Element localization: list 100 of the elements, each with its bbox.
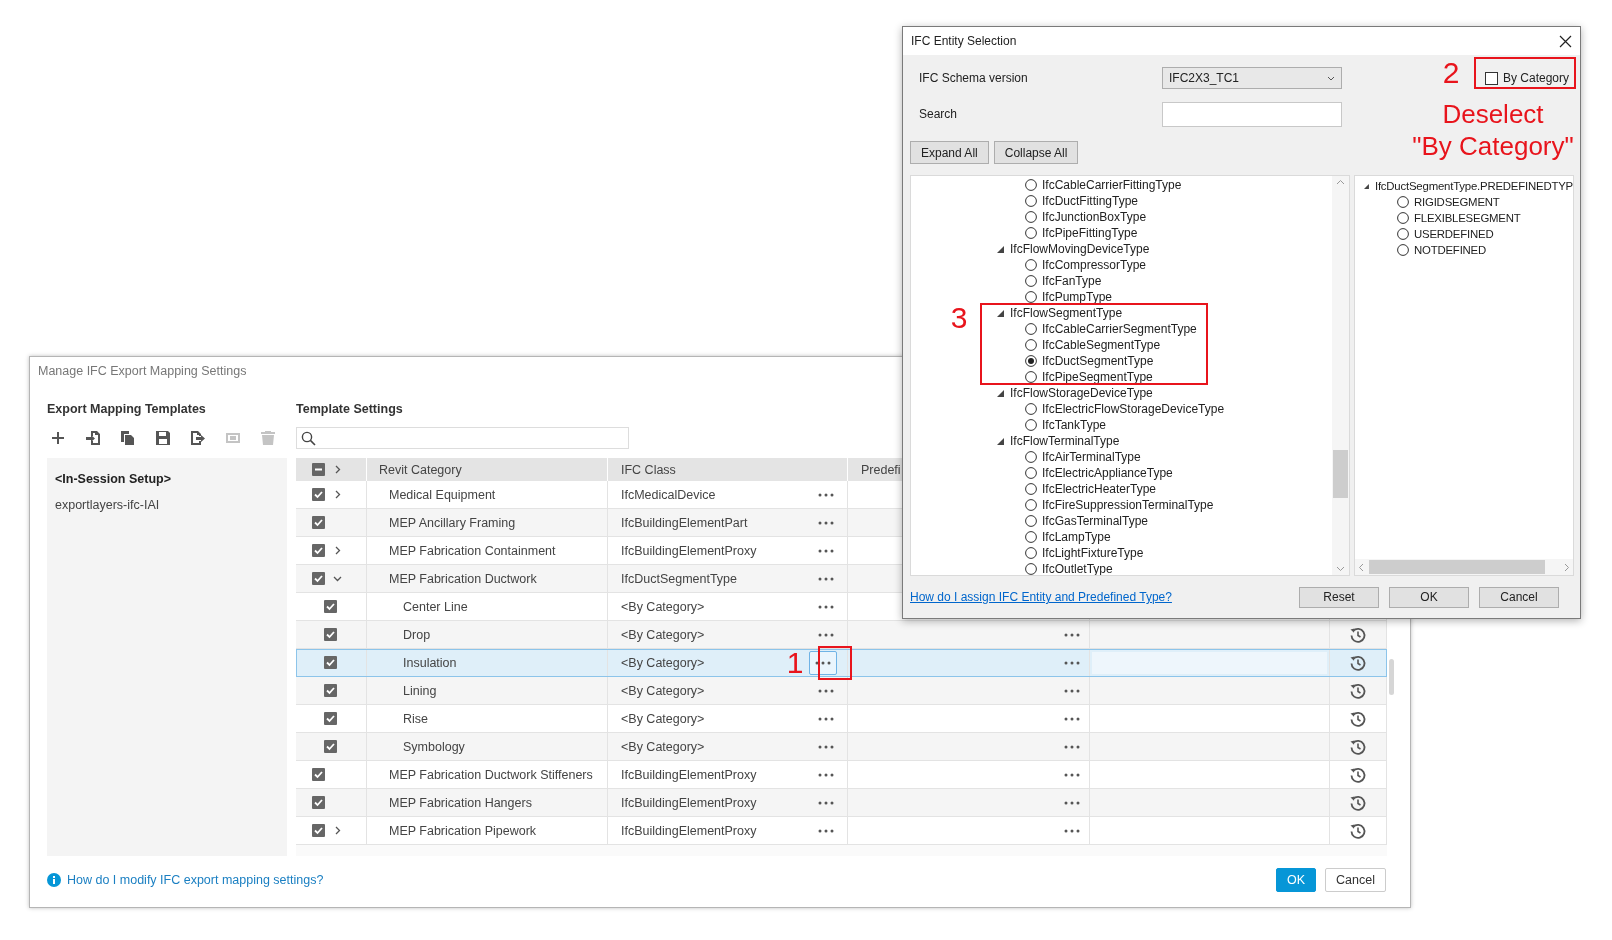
copy-icon[interactable]	[120, 430, 136, 446]
export-icon[interactable]	[190, 430, 206, 446]
more-icon[interactable]	[1064, 772, 1080, 777]
ok-button[interactable]: OK	[1389, 586, 1469, 608]
tree-item[interactable]: IfcPipeSegmentType	[1042, 370, 1153, 384]
tree-item[interactable]: IfcFlowMovingDeviceType	[1010, 242, 1150, 256]
checkbox[interactable]	[312, 544, 325, 557]
radio-button[interactable]	[1025, 275, 1037, 287]
tree-item[interactable]: IfcFlowSegmentType	[1010, 306, 1123, 320]
tree-item[interactable]: RIGIDSEGMENT	[1414, 195, 1500, 209]
radio-button[interactable]	[1025, 195, 1037, 207]
radio-button[interactable]	[1397, 244, 1409, 256]
radio-button[interactable]	[1397, 212, 1409, 224]
tree-item[interactable]: IfcCableSegmentType	[1042, 338, 1161, 352]
more-icon[interactable]	[1064, 688, 1080, 693]
radio-button[interactable]	[1025, 531, 1037, 543]
checkbox[interactable]	[312, 488, 325, 501]
tree-item[interactable]: IfcDuctSegmentType.PREDEFINEDTYP	[1374, 179, 1573, 193]
tree-item[interactable]: IfcLightFixtureType	[1042, 546, 1144, 560]
tree-item[interactable]: IfcFireSuppressionTerminalType	[1042, 498, 1214, 512]
chevron-right-icon[interactable]	[333, 826, 342, 835]
checkbox[interactable]	[324, 656, 337, 669]
scrollbar-thumb[interactable]	[1369, 560, 1545, 574]
radio-button[interactable]	[1025, 323, 1037, 335]
chevron-right-icon[interactable]	[333, 546, 342, 555]
history-icon[interactable]	[1349, 821, 1367, 840]
history-icon[interactable]	[1349, 681, 1367, 700]
more-icon[interactable]	[818, 604, 834, 609]
import-icon[interactable]	[85, 430, 101, 446]
checkbox[interactable]	[324, 712, 337, 725]
input-field[interactable]	[1092, 651, 1327, 674]
more-button[interactable]	[809, 650, 837, 675]
radio-button[interactable]	[1025, 419, 1037, 431]
checkbox[interactable]	[312, 768, 325, 781]
tree-item[interactable]: IfcElectricFlowStorageDeviceType	[1042, 402, 1225, 416]
chevron-right-icon[interactable]	[333, 465, 342, 474]
tree-item[interactable]: IfcPumpType	[1042, 290, 1113, 304]
tree-item[interactable]: IfcGasTerminalType	[1042, 514, 1149, 528]
column-header[interactable]: IFC Class	[621, 462, 676, 477]
checkbox[interactable]	[324, 600, 337, 613]
scrollbar-thumb[interactable]	[1389, 659, 1394, 695]
radio-button[interactable]	[1025, 403, 1037, 415]
tree-item[interactable]: IfcJunctionBoxType	[1042, 210, 1147, 224]
more-icon[interactable]	[1064, 800, 1080, 805]
tree-item[interactable]: IfcFlowTerminalType	[1010, 434, 1120, 448]
tree-item[interactable]: IfcDuctSegmentType	[1042, 354, 1154, 368]
tree-item[interactable]: IfcOutletType	[1042, 562, 1113, 575]
history-icon[interactable]	[1349, 625, 1367, 644]
more-icon[interactable]	[818, 716, 834, 721]
tree-item[interactable]: IfcPipeFittingType	[1042, 226, 1138, 240]
more-icon[interactable]	[818, 632, 834, 637]
checkbox[interactable]	[312, 796, 325, 809]
help-link[interactable]: How do I assign IFC Entity and Predefined Type?	[910, 590, 1172, 604]
tree-item[interactable]: IfcCableCarrierFittingType	[1042, 178, 1182, 192]
radio-button[interactable]	[1025, 515, 1037, 527]
more-icon[interactable]	[1064, 632, 1080, 637]
radio-button[interactable]	[1025, 291, 1037, 303]
tree-item[interactable]: IfcCompressorType	[1042, 258, 1147, 272]
checkbox[interactable]	[312, 463, 325, 476]
radio-button[interactable]	[1025, 211, 1037, 223]
search-field[interactable]	[1162, 101, 1342, 127]
checkbox[interactable]	[324, 740, 337, 753]
tree-item[interactable]: IfcCableCarrierSegmentType	[1042, 322, 1197, 336]
tree-item[interactable]: IfcDuctFittingType	[1042, 194, 1139, 208]
checkbox[interactable]	[324, 628, 337, 641]
tree-item[interactable]: IfcElectricHeaterType	[1042, 482, 1157, 496]
history-icon[interactable]	[1349, 737, 1367, 756]
schema-dropdown[interactable]: IFC2X3_TC1	[1162, 67, 1342, 89]
tree-item[interactable]: IfcLampType	[1042, 530, 1111, 544]
history-icon[interactable]	[1349, 793, 1367, 812]
collapse-all-button[interactable]: Collapse All	[993, 141, 1079, 164]
more-icon[interactable]	[818, 492, 834, 497]
help-link[interactable]: How do I modify IFC export mapping settings?	[67, 873, 324, 887]
more-icon[interactable]	[1064, 744, 1080, 749]
history-icon[interactable]	[1349, 765, 1367, 784]
scrollbar-thumb[interactable]	[1333, 450, 1348, 498]
history-icon[interactable]	[1349, 653, 1367, 672]
more-icon[interactable]	[1064, 660, 1080, 665]
expanded-triangle-icon[interactable]	[997, 245, 1004, 253]
tree-item[interactable]: IfcAirTerminalType	[1042, 450, 1141, 464]
tree-item[interactable]: FLEXIBLESEGMENT	[1414, 211, 1521, 225]
checkbox[interactable]	[312, 572, 325, 585]
expanded-triangle-icon[interactable]	[1364, 182, 1369, 190]
radio-button[interactable]	[1397, 228, 1409, 240]
expanded-triangle-icon[interactable]	[997, 389, 1004, 397]
more-icon[interactable]	[818, 688, 834, 693]
close-icon[interactable]	[1559, 34, 1572, 48]
plus-icon[interactable]	[50, 430, 66, 446]
radio-button[interactable]	[1025, 259, 1037, 271]
more-icon[interactable]	[818, 828, 834, 833]
more-icon[interactable]	[818, 744, 834, 749]
tree-item[interactable]: IfcFlowStorageDeviceType	[1010, 386, 1153, 400]
column-header[interactable]: Predefi	[861, 462, 901, 477]
more-icon[interactable]	[818, 772, 834, 777]
more-icon[interactable]	[818, 520, 834, 525]
cancel-button[interactable]: Cancel	[1479, 586, 1559, 608]
tree-item[interactable]: IfcFanType	[1042, 274, 1102, 288]
radio-button[interactable]	[1025, 499, 1037, 511]
checkbox[interactable]	[1485, 71, 1498, 85]
radio-button[interactable]	[1025, 451, 1037, 463]
